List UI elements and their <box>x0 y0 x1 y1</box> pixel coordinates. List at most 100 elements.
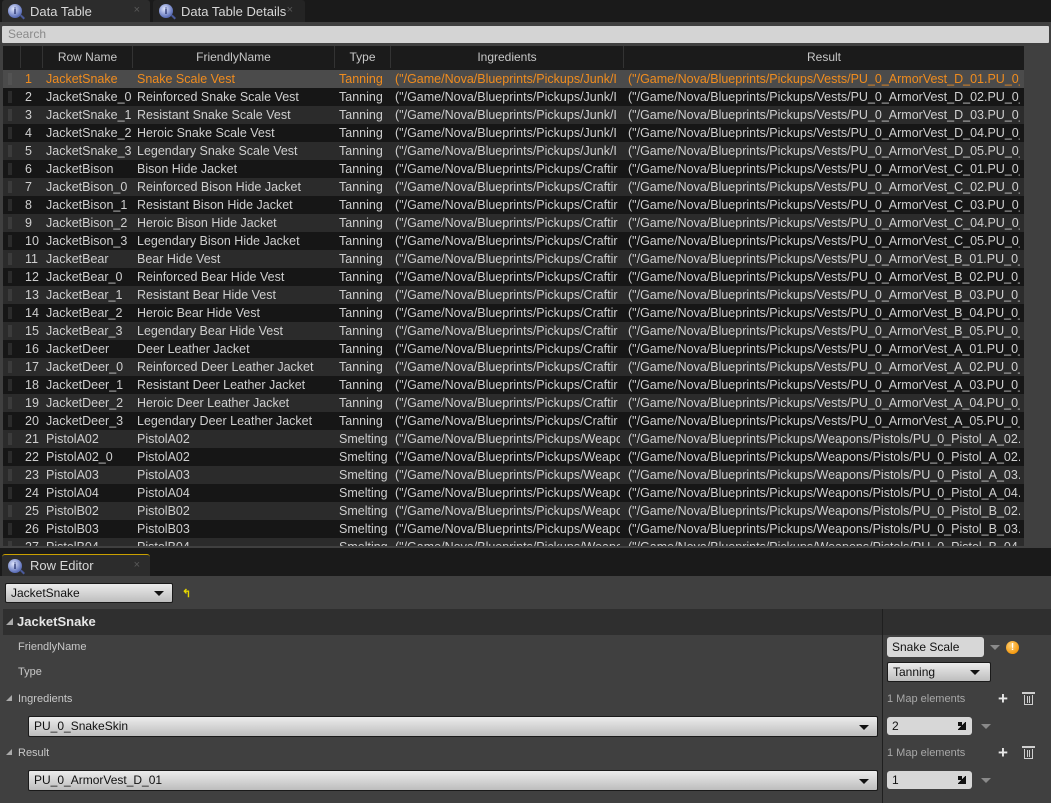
drag-handle-icon[interactable] <box>8 145 12 157</box>
drag-handle-icon[interactable] <box>8 361 12 373</box>
table-row[interactable]: 4 JacketSnake_2 Heroic Snake Scale Vest Tan… <box>3 124 1024 142</box>
cell-index: 13 <box>25 288 39 302</box>
drag-handle-icon[interactable] <box>8 541 12 546</box>
search-input[interactable]: Search <box>2 26 1049 43</box>
drag-handle-icon[interactable] <box>8 343 12 355</box>
table-row[interactable]: 11 JacketBear Bear Hide Vest Tanning ("/Game… <box>3 250 1024 268</box>
drag-handle-icon[interactable] <box>8 469 12 481</box>
table-row[interactable]: 7 JacketBison_0 Reinforced Bison Hide Jack… <box>3 178 1024 196</box>
result-quantity-field[interactable]: 1 <box>887 771 972 789</box>
table-row[interactable]: 1 JacketSnake Snake Scale Vest Tanning ("/Ga… <box>3 70 1024 88</box>
resize-handle-icon[interactable] <box>958 776 966 784</box>
table-row[interactable]: 20 JacketDeer_3 Legendary Deer Leather Jac… <box>3 412 1024 430</box>
ingredients-quantity-field[interactable]: 2 <box>887 717 972 735</box>
add-element-icon[interactable]: + <box>998 744 1008 761</box>
cell-result: ("/Game/Nova/Blueprints/Pickups/Vests/PU… <box>628 144 1020 158</box>
row-select-dropdown[interactable]: JacketSnake <box>5 583 173 603</box>
table-row[interactable]: 16 JacketDeer Deer Leather Jacket Tanning ("… <box>3 340 1024 358</box>
cell-type: Tanning <box>339 144 383 158</box>
table-scrollbar[interactable] <box>1024 46 1051 546</box>
column-header-row-name[interactable]: Row Name <box>43 46 133 68</box>
table-row[interactable]: 12 JacketBear_0 Reinforced Bear Hide Vest T… <box>3 268 1024 286</box>
drag-handle-icon[interactable] <box>8 271 12 283</box>
drag-handle-icon[interactable] <box>8 199 12 211</box>
table-row[interactable]: 3 JacketSnake_1 Resistant Snake Scale Vest… <box>3 106 1024 124</box>
friendly-name-field[interactable]: Snake Scale Vest <box>887 637 984 674</box>
table-row[interactable]: 26 PistolB03 PistolB03 Smelting ("/Game/Nova… <box>3 520 1024 538</box>
cell-type: Tanning <box>339 126 383 140</box>
drag-handle-icon[interactable] <box>8 73 12 85</box>
reset-to-default-icon[interactable]: ↰ <box>182 587 191 600</box>
expand-triangle-icon[interactable] <box>6 749 12 755</box>
drag-handle-icon[interactable] <box>8 379 12 391</box>
category-header[interactable]: JacketSnake <box>3 609 1051 635</box>
tab-row-editor[interactable]: i Row Editor × <box>2 554 150 576</box>
table-row[interactable]: 14 JacketBear_2 Heroic Bear Hide Vest Tanni… <box>3 304 1024 322</box>
add-element-icon[interactable]: + <box>998 690 1008 707</box>
drag-handle-icon[interactable] <box>8 415 12 427</box>
drag-handle-icon[interactable] <box>8 253 12 265</box>
trash-icon[interactable] <box>1022 746 1035 759</box>
drag-handle-icon[interactable] <box>8 325 12 337</box>
close-icon[interactable]: × <box>134 559 140 571</box>
table-row[interactable]: 15 JacketBear_3 Legendary Bear Hide Vest Ta… <box>3 322 1024 340</box>
table-row[interactable]: 19 JacketDeer_2 Heroic Deer Leather Jacket… <box>3 394 1024 412</box>
drag-handle-icon[interactable] <box>8 433 12 445</box>
collapse-triangle-icon[interactable] <box>6 618 13 625</box>
cell-result: ("/Game/Nova/Blueprints/Pickups/Vests/PU… <box>628 270 1020 284</box>
drag-handle-icon[interactable] <box>8 505 12 517</box>
drag-handle-icon[interactable] <box>8 163 12 175</box>
column-header-type[interactable]: Type <box>335 46 391 68</box>
table-row[interactable]: 22 PistolA02_0 PistolA02 Smelting ("/Game/No… <box>3 448 1024 466</box>
cell-result: ("/Game/Nova/Blueprints/Pickups/Vests/PU… <box>628 108 1020 122</box>
drag-handle-icon[interactable] <box>8 397 12 409</box>
tab-data-table[interactable]: i Data Table × <box>2 0 150 22</box>
table-row[interactable]: 6 JacketBison Bison Hide Jacket Tanning ("/G… <box>3 160 1024 178</box>
cell-row-name: JacketBison_3 <box>46 234 128 248</box>
drag-handle-icon[interactable] <box>8 307 12 319</box>
expand-triangle-icon[interactable] <box>6 695 12 701</box>
drag-handle-icon[interactable] <box>8 217 12 229</box>
drag-handle-icon[interactable] <box>8 235 12 247</box>
ingredients-key-dropdown[interactable]: PU_0_SnakeSkin <box>28 716 878 737</box>
column-divider[interactable] <box>882 609 883 803</box>
close-icon[interactable]: × <box>134 4 140 16</box>
table-row[interactable]: 10 JacketBison_3 Legendary Bison Hide Jack… <box>3 232 1024 250</box>
cell-ingredients: ("/Game/Nova/Blueprints/Pickups/Junk/I <box>395 90 617 104</box>
table-row[interactable]: 8 JacketBison_1 Resistant Bison Hide Jacke… <box>3 196 1024 214</box>
result-key-dropdown[interactable]: PU_0_ArmorVest_D_01 <box>28 770 878 791</box>
table-row[interactable]: 25 PistolB02 PistolB02 Smelting ("/Game/Nova… <box>3 502 1024 520</box>
cell-friendly-name: Resistant Snake Scale Vest <box>137 108 291 122</box>
column-header-ingredients[interactable]: Ingredients <box>391 46 624 68</box>
close-icon[interactable]: × <box>287 4 293 16</box>
cell-type: Tanning <box>339 342 383 356</box>
type-dropdown[interactable]: Tanning <box>887 662 991 682</box>
table-row[interactable]: 5 JacketSnake_3 Legendary Snake Scale Vest… <box>3 142 1024 160</box>
resize-handle-icon[interactable] <box>958 722 966 730</box>
table-row[interactable]: 2 JacketSnake_0 Reinforced Snake Scale Ves… <box>3 88 1024 106</box>
table-row[interactable]: 13 JacketBear_1 Resistant Bear Hide Vest Ta… <box>3 286 1024 304</box>
drag-handle-icon[interactable] <box>8 487 12 499</box>
table-row[interactable]: 27PistolB04PistolB04Smelting("/Game/Nova… <box>3 538 1024 546</box>
drag-handle-icon[interactable] <box>8 523 12 535</box>
table-row[interactable]: 23 PistolA03 PistolA03 Smelting ("/Game/Nova… <box>3 466 1024 484</box>
drag-handle-icon[interactable] <box>8 109 12 121</box>
trash-icon[interactable] <box>1022 692 1035 705</box>
cell-friendly-name: Legendary Snake Scale Vest <box>137 144 298 158</box>
column-header-friendly-name[interactable]: FriendlyName <box>133 46 335 68</box>
column-header-result[interactable]: Result <box>624 46 1024 68</box>
table-row[interactable]: 18 JacketDeer_1 Resistant Deer Leather Jac… <box>3 376 1024 394</box>
drag-handle-icon[interactable] <box>8 451 12 463</box>
table-row[interactable]: 21 PistolA02 PistolA02 Smelting ("/Game/Nova… <box>3 430 1024 448</box>
drag-handle-icon[interactable] <box>8 127 12 139</box>
chevron-down-icon[interactable] <box>981 778 991 783</box>
drag-handle-icon[interactable] <box>8 289 12 301</box>
drag-handle-icon[interactable] <box>8 181 12 193</box>
table-row[interactable]: 9 JacketBison_2 Heroic Bison Hide Jacket Ta… <box>3 214 1024 232</box>
chevron-down-icon[interactable] <box>981 724 991 729</box>
table-row[interactable]: 17 JacketDeer_0 Reinforced Deer Leather Ja… <box>3 358 1024 376</box>
tab-data-table-details[interactable]: i Data Table Details × <box>153 0 305 22</box>
drag-handle-icon[interactable] <box>8 91 12 103</box>
table-row[interactable]: 24 PistolA04 PistolA04 Smelting ("/Game/Nova… <box>3 484 1024 502</box>
chevron-down-icon[interactable] <box>990 645 1000 650</box>
